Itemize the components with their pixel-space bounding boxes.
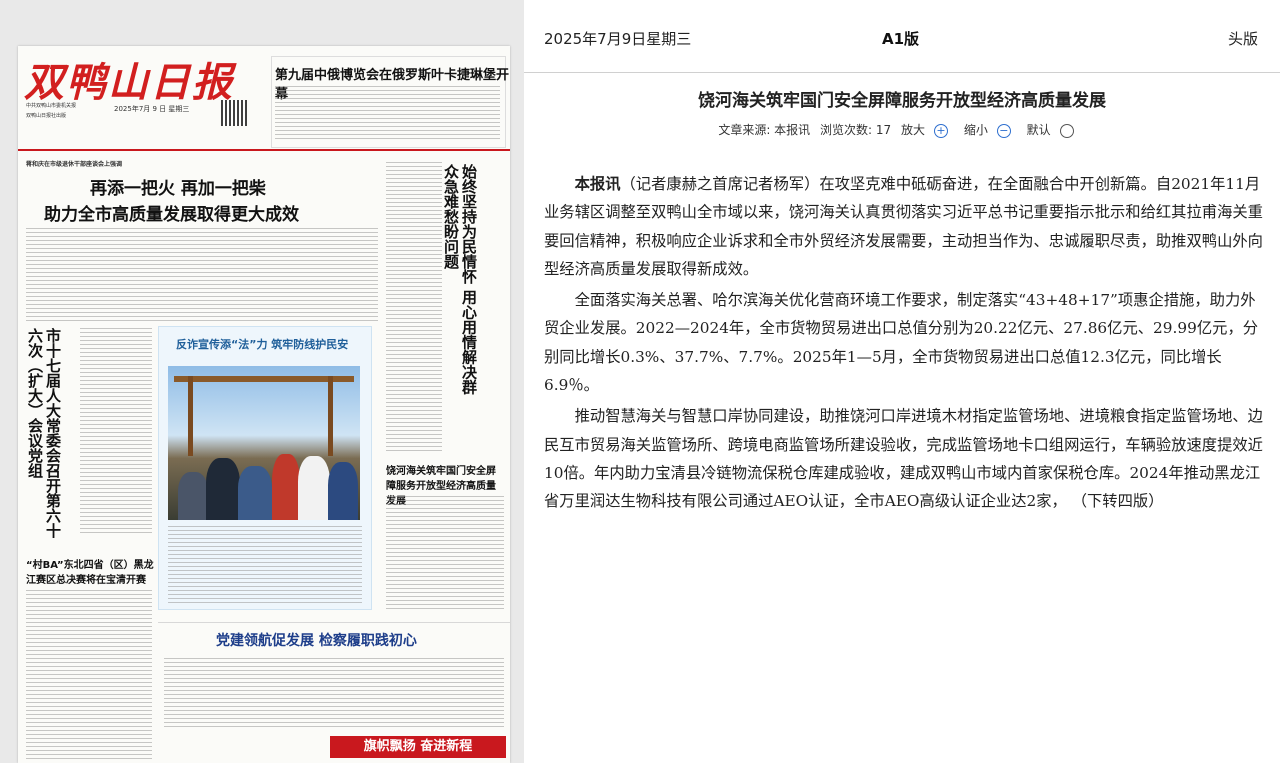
view-count: 浏览次数: 17	[820, 123, 892, 137]
qr-code-image	[221, 100, 247, 126]
newspaper-masthead: 双鸭山日报	[24, 59, 234, 106]
left-bottom-headline[interactable]: “村BA”东北四省（区）黑龙江赛区总决赛将在宝清开赛	[26, 556, 154, 586]
section-label: 头版	[1227, 30, 1258, 48]
lead-article-text	[26, 228, 378, 324]
newspaper-page-panel[interactable]: 双鸭山日报 中共双鸭山市委机关报 双鸭山日报社出版 2025年7月 9 日 星期…	[0, 0, 524, 763]
lead-kicker: 蒋和庆在市级退休干部座谈会上强调	[26, 161, 123, 168]
zoom-default-button[interactable]: 默认	[1026, 123, 1080, 138]
vertical-headline-right[interactable]: 始终坚持为民情怀 用心用情解决群众急难愁盼问题	[442, 164, 478, 404]
issue-date: 2025年7月9日星期三	[544, 30, 692, 48]
bottom-feature-text	[164, 658, 504, 730]
lead-headline-line1[interactable]: 再添一把火 再加一把柴	[90, 174, 266, 199]
red-banner: 旗帜飘扬 奋进新程	[330, 736, 506, 758]
side-article-text	[386, 496, 504, 611]
masthead-publisher: 双鸭山日报社出版	[26, 113, 67, 119]
zoom-out-icon[interactable]: −	[996, 123, 1011, 138]
article-paragraph-3: 推动智慧海关与智慧口岸协同建设，助推饶河口岸进境木材指定监管场地、进境粮食指定监…	[544, 407, 1263, 511]
lead-headline-line2[interactable]: 助力全市高质量发展取得更大成效	[44, 200, 299, 225]
top-news-text	[275, 86, 500, 142]
article-paragraph-2: 全面落实海关总署、哈尔滨海关优化营商环境工作要求，制定落实“43+48+17”项…	[544, 291, 1259, 395]
photo-feature-title[interactable]: 反诈宣传添“法”力 筑牢防线护民安	[176, 336, 348, 352]
masthead-date: 2025年7月 9 日 星期三	[114, 105, 190, 113]
zoom-out-label: 缩小	[963, 123, 988, 137]
zoom-default-label: 默认	[1026, 123, 1051, 137]
reader-header: 2025年7月9日星期三 A1版 头版	[524, 0, 1280, 73]
photo-feature-text	[168, 526, 362, 604]
article-reader: 2025年7月9日星期三 A1版 头版 饶河海关筑牢国门安全屏障服务开放型经济高…	[524, 0, 1280, 763]
article-source: 文章来源: 本报讯	[718, 123, 811, 137]
left-bottom-text	[26, 590, 152, 760]
edition-label: A1版	[882, 30, 920, 48]
article-meta: 文章来源: 本报讯 浏览次数: 17 放大 + 缩小 − 默认	[524, 121, 1280, 138]
newspaper-sheet[interactable]: 双鸭山日报 中共双鸭山市委机关报 双鸭山日报社出版 2025年7月 9 日 星期…	[18, 46, 510, 763]
vertical-headline-left[interactable]: 市十七届人大常委会召开第六十六次（扩大）会议党组	[26, 328, 62, 538]
paragraph-1-text: （记者康赫之首席记者杨军）在攻坚克难中砥砺奋进，在全面融合中开创新篇。自2021…	[544, 175, 1263, 278]
masthead-rule	[18, 149, 510, 151]
article-body: 本报讯（记者康赫之首席记者杨军）在攻坚克难中砥砺奋进，在全面融合中开创新篇。自2…	[544, 170, 1264, 519]
zoom-default-icon[interactable]	[1059, 123, 1074, 138]
article-title: 饶河海关筑牢国门安全屏障服务开放型经济高质量发展	[698, 91, 1106, 111]
lead-tag: 本报讯	[574, 175, 621, 193]
news-photo	[168, 366, 360, 520]
zoom-out-button[interactable]: 缩小 −	[963, 123, 1017, 138]
article-paragraph-1: 本报讯（记者康赫之首席记者杨军）在攻坚克难中砥砺奋进，在全面融合中开创新篇。自2…	[544, 170, 1264, 283]
zoom-in-label: 放大	[900, 123, 925, 137]
bottom-headline[interactable]: 党建领航促发展 检察履职践初心	[216, 630, 417, 650]
right-column-text	[386, 162, 442, 452]
zoom-in-button[interactable]: 放大 +	[900, 123, 954, 138]
zoom-in-icon[interactable]: +	[933, 123, 948, 138]
masthead-subtitle: 中共双鸭山市委机关报	[26, 103, 77, 109]
left-column-text	[80, 328, 152, 536]
